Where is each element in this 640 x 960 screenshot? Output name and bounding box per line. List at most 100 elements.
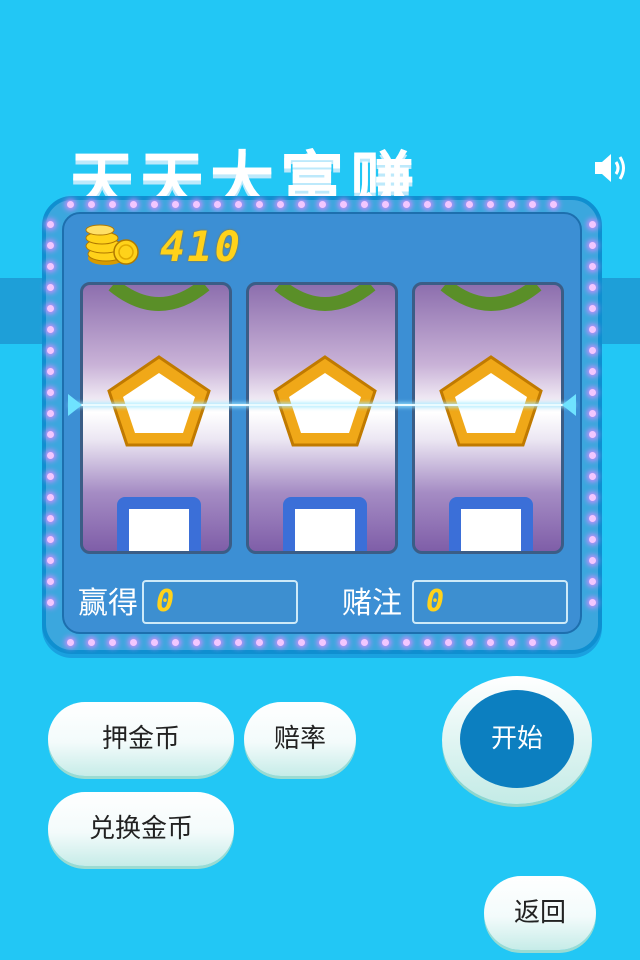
- bulb-light: [47, 494, 54, 501]
- green-ring-symbol: [108, 285, 210, 311]
- bulb-light: [589, 242, 596, 249]
- bulb-light: [466, 201, 473, 208]
- payline-right-arrow-icon: [562, 394, 576, 416]
- bulb-light: [589, 389, 596, 396]
- win-value: 0: [156, 584, 175, 619]
- bulb-light: [47, 389, 54, 396]
- speaker-volume-icon: [595, 154, 625, 182]
- bulb-light: [589, 410, 596, 417]
- bulb-light: [172, 201, 179, 208]
- bulb-light: [445, 201, 452, 208]
- bulb-light: [589, 452, 596, 459]
- bulb-light: [235, 201, 242, 208]
- bulb-light: [589, 221, 596, 228]
- bulb-light: [589, 305, 596, 312]
- bulb-light: [47, 473, 54, 480]
- bulb-light: [487, 201, 494, 208]
- green-ring-symbol: [274, 285, 376, 311]
- bulb-light: [47, 515, 54, 522]
- reel-2: [246, 282, 398, 554]
- bulb-light: [508, 201, 515, 208]
- win-display: 0: [142, 580, 298, 624]
- bulb-light: [256, 201, 263, 208]
- bulb-light: [214, 639, 221, 646]
- bulb-light: [403, 201, 410, 208]
- payline: [70, 404, 574, 406]
- start-button[interactable]: 开始: [442, 676, 592, 804]
- bulb-light: [47, 221, 54, 228]
- bulb-light: [298, 201, 305, 208]
- bulb-light: [340, 201, 347, 208]
- bulb-light: [589, 263, 596, 270]
- bulb-light: [382, 201, 389, 208]
- bulb-light: [340, 639, 347, 646]
- bulb-light: [445, 639, 452, 646]
- bulb-light: [67, 201, 74, 208]
- back-button[interactable]: 返回: [484, 876, 596, 950]
- start-button-label: 开始: [460, 690, 574, 788]
- reel-1: [80, 282, 232, 554]
- bulb-light: [47, 263, 54, 270]
- bulb-light: [172, 639, 179, 646]
- bulb-light: [193, 201, 200, 208]
- bulb-light: [382, 639, 389, 646]
- bulb-light: [589, 473, 596, 480]
- bulb-light: [589, 431, 596, 438]
- bulb-light: [298, 639, 305, 646]
- bulb-light: [88, 639, 95, 646]
- bulb-light: [151, 201, 158, 208]
- bulb-light: [589, 578, 596, 585]
- bulb-light: [151, 639, 158, 646]
- bulb-light: [589, 557, 596, 564]
- coin-balance: 410: [160, 222, 242, 271]
- bulb-light: [529, 201, 536, 208]
- bulb-light: [47, 347, 54, 354]
- bulb-light: [319, 201, 326, 208]
- bulb-light: [589, 515, 596, 522]
- bulb-light: [47, 599, 54, 606]
- bet-coins-button[interactable]: 押金币: [48, 702, 234, 776]
- bulb-light: [277, 201, 284, 208]
- bulb-light: [550, 639, 557, 646]
- bulb-light: [466, 639, 473, 646]
- bulb-light: [47, 557, 54, 564]
- bulb-light: [319, 639, 326, 646]
- bulb-light: [487, 639, 494, 646]
- gold-coin-stack-icon: [84, 218, 140, 268]
- bulb-light: [88, 201, 95, 208]
- reel-3: [412, 282, 564, 554]
- bulb-light: [589, 536, 596, 543]
- bulb-light: [589, 347, 596, 354]
- bulb-light: [589, 494, 596, 501]
- exchange-coins-button[interactable]: 兑换金币: [48, 792, 234, 866]
- bulb-light: [235, 639, 242, 646]
- bulb-light: [47, 326, 54, 333]
- bet-display: 0: [412, 580, 568, 624]
- bulb-light: [508, 639, 515, 646]
- bulb-light: [529, 639, 536, 646]
- bulb-light: [47, 305, 54, 312]
- bulb-light: [589, 284, 596, 291]
- bulb-light: [214, 201, 221, 208]
- bulb-light: [589, 326, 596, 333]
- bulb-light: [403, 639, 410, 646]
- bulb-light: [47, 452, 54, 459]
- bulb-light: [130, 201, 137, 208]
- bulb-light: [109, 201, 116, 208]
- bulb-light: [109, 639, 116, 646]
- bulb-light: [361, 639, 368, 646]
- bulb-light: [193, 639, 200, 646]
- odds-button[interactable]: 赔率: [244, 702, 356, 776]
- bulb-light: [424, 201, 431, 208]
- bulb-light: [589, 368, 596, 375]
- bulb-light: [47, 578, 54, 585]
- bet-label: 赌注: [342, 586, 402, 621]
- bulb-light: [550, 201, 557, 208]
- bulb-light: [47, 368, 54, 375]
- bulb-light: [256, 639, 263, 646]
- bulb-light: [47, 431, 54, 438]
- bulb-light: [67, 639, 74, 646]
- bulb-light: [47, 410, 54, 417]
- bulb-light: [130, 639, 137, 646]
- sound-toggle[interactable]: [592, 150, 630, 186]
